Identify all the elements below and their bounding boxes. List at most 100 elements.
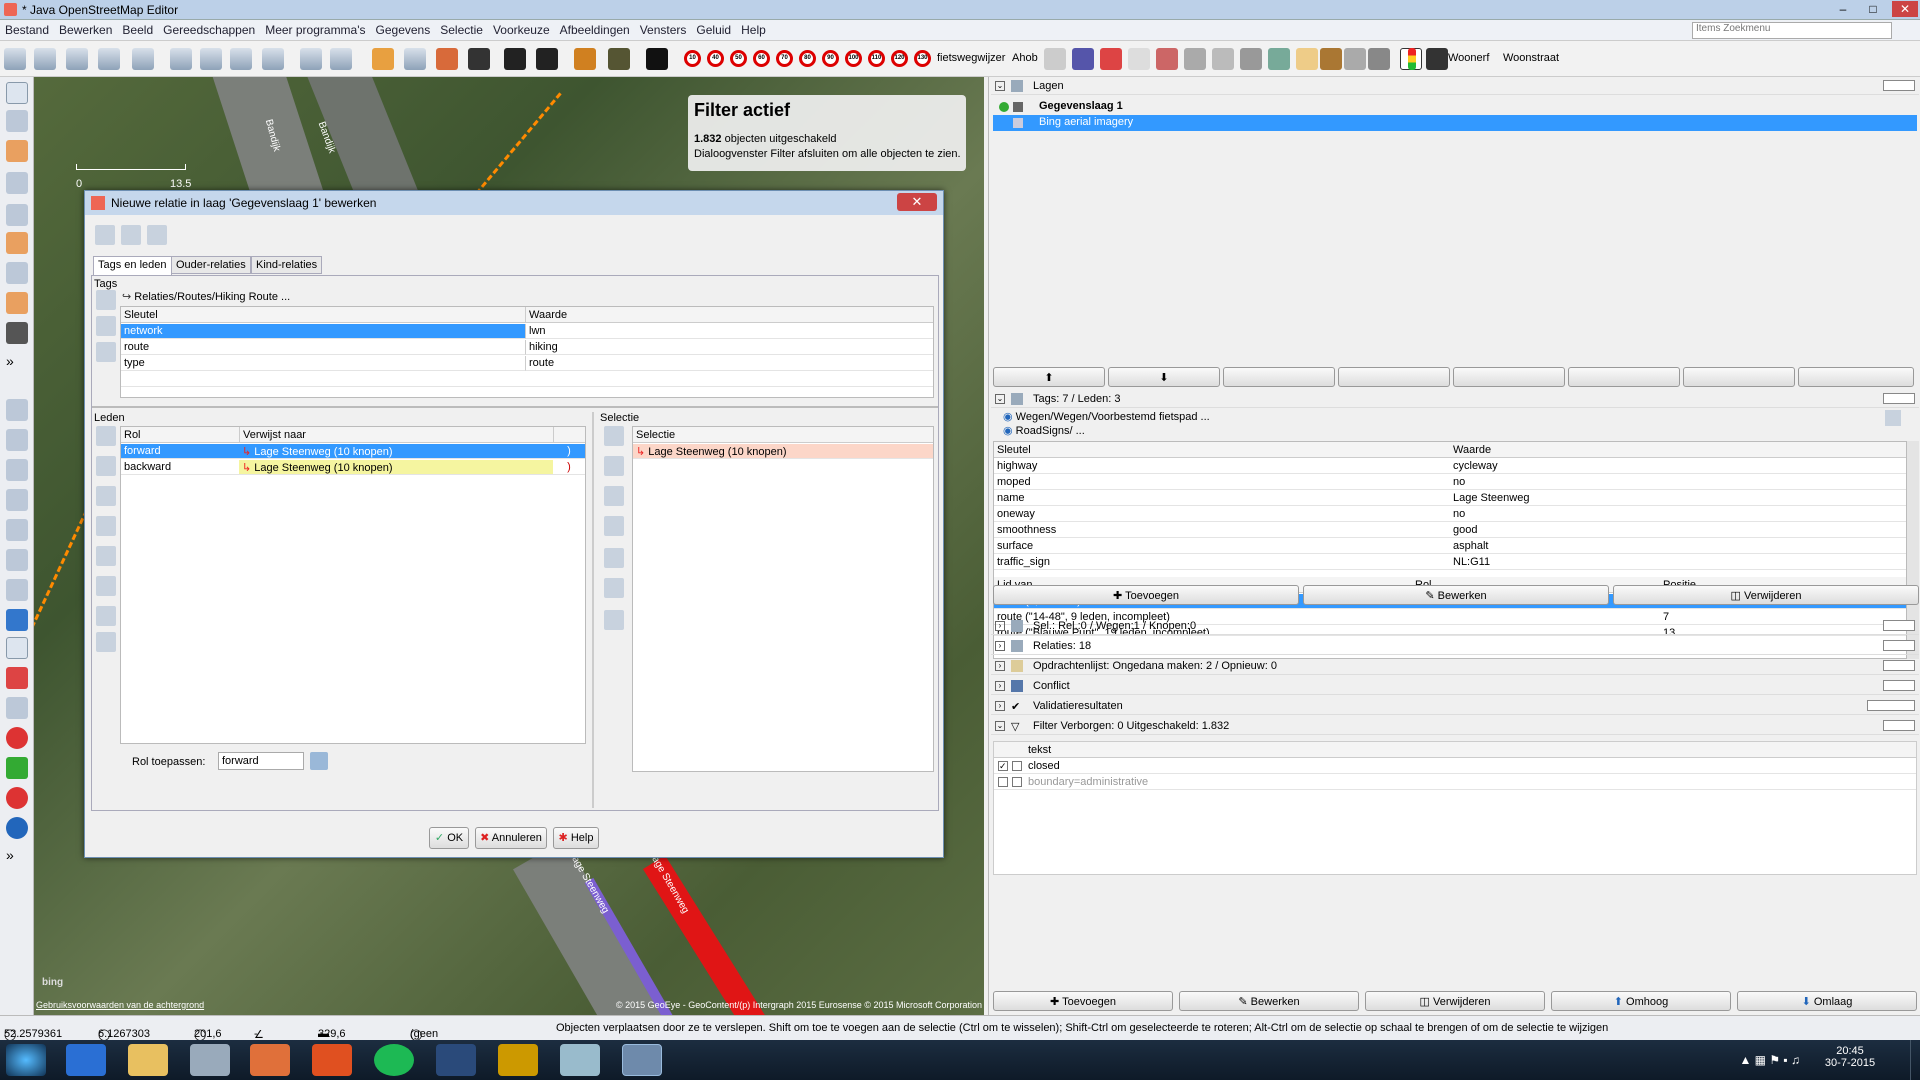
filter-enabled-checkbox[interactable]	[998, 777, 1008, 787]
speed-sign-40-icon[interactable]: 40	[707, 50, 724, 67]
menu-meer-programmas[interactable]: Meer programma's	[260, 20, 370, 37]
tag-key-cell[interactable]: type	[121, 356, 525, 371]
layer-opacity-icon[interactable]	[1453, 367, 1565, 387]
tag-key-cell[interactable]: highway	[994, 459, 1450, 474]
menu-bewerken[interactable]: Bewerken	[54, 20, 117, 37]
tag-value-cell[interactable]: no	[1450, 507, 1906, 522]
firefox-icon[interactable]	[312, 1044, 352, 1076]
map-paint-icon[interactable]	[6, 667, 28, 689]
tags-header-key[interactable]: Sleutel	[994, 442, 1450, 458]
filter-delete-button[interactable]: ◫ Verwijderen	[1365, 991, 1545, 1011]
tag-key-cell[interactable]: smoothness	[994, 523, 1450, 538]
speed-sign-10-icon[interactable]: 10	[684, 50, 701, 67]
sort-icon[interactable]	[96, 546, 116, 566]
tags-header-value[interactable]: Waarde	[1450, 442, 1906, 458]
extrude-icon[interactable]	[6, 322, 28, 344]
expand-toggle-icon[interactable]: ›	[995, 621, 1005, 631]
woonerf-button[interactable]: Woonerf	[1448, 52, 1489, 64]
relations-panel-header[interactable]: › Relaties: 18	[991, 637, 1919, 655]
bus-icon[interactable]	[536, 48, 558, 70]
pedestrian-icon[interactable]	[1072, 48, 1094, 70]
tag-value-cell[interactable]: Lage Steenweg	[1450, 491, 1906, 506]
preferences-icon[interactable]	[170, 48, 192, 70]
more-tools-icon[interactable]: »	[6, 353, 28, 375]
filter-hide-checkbox[interactable]	[1012, 761, 1022, 771]
edit-tag-button[interactable]: ✎ Bewerken	[1303, 585, 1609, 605]
maximize-button[interactable]: □	[1860, 1, 1886, 17]
tag-key-cell[interactable]: oneway	[994, 507, 1450, 522]
grid-icon[interactable]	[1212, 48, 1234, 70]
refresh-icon[interactable]	[262, 48, 284, 70]
tag-value-cell[interactable]: good	[1450, 523, 1906, 538]
filter-up-button[interactable]: ⬆ Omhoog	[1551, 991, 1731, 1011]
dell-icon[interactable]	[436, 1044, 476, 1076]
speed-sign-120-icon[interactable]: 120	[891, 50, 908, 67]
collapse-toggle-icon[interactable]: ⌄	[995, 394, 1005, 404]
car-icon[interactable]	[504, 48, 526, 70]
add-after-icon[interactable]	[604, 486, 624, 506]
validator-icon[interactable]	[6, 609, 28, 631]
tray-icons[interactable]: ▲ ▦ ⚑ ▪ ♫	[1739, 1053, 1800, 1067]
add-at-end-icon[interactable]	[604, 516, 624, 536]
measure-icon[interactable]	[6, 262, 28, 284]
grid-tool-icon[interactable]	[6, 757, 28, 779]
members-header-role[interactable]: Rol	[121, 427, 239, 443]
wood-icon[interactable]	[1320, 48, 1342, 70]
tab-kind-relaties[interactable]: Kind-relaties	[251, 256, 323, 274]
park-icon[interactable]	[1268, 48, 1290, 70]
tag-key-cell[interactable]: name	[994, 491, 1450, 506]
preset-link[interactable]: ◉ Wegen/Wegen/Voorbestemd fietspad ...	[1003, 410, 1210, 423]
selection-panel-icon[interactable]	[6, 459, 28, 481]
tag-value-cell[interactable]: cycleway	[1450, 459, 1906, 474]
cancel-button[interactable]: ✖ Annuleren	[475, 827, 547, 849]
ahob-button[interactable]: Ahob	[1012, 52, 1038, 64]
role-apply-input[interactable]: forward	[218, 752, 304, 770]
edit-preset-icon[interactable]	[1885, 410, 1901, 426]
marker-icon[interactable]	[6, 727, 28, 749]
tab-ouder-relaties[interactable]: Ouder-relaties	[171, 256, 251, 274]
menu-afbeeldingen[interactable]: Afbeeldingen	[555, 20, 635, 37]
hand-icon[interactable]	[468, 48, 490, 70]
filter-add-button[interactable]: ✚ Toevoegen	[993, 991, 1173, 1011]
conflict-panel-header[interactable]: › Conflict	[991, 677, 1919, 695]
member-ref-cell[interactable]: ↳ Lage Steenweg (10 knopen)	[239, 460, 553, 475]
draw-icon[interactable]	[6, 140, 28, 162]
tag-value-cell[interactable]: lwn	[525, 324, 933, 339]
add-before-icon[interactable]	[604, 456, 624, 476]
expand-toggle-icon[interactable]: ›	[995, 641, 1005, 651]
selection-item[interactable]: ↳ Lage Steenweg (10 knopen)	[633, 444, 933, 459]
color-icon[interactable]	[6, 697, 28, 719]
dashed-way[interactable]	[469, 92, 562, 202]
selection-panel-header[interactable]: › Sel.: Rel.:0 / Wegen:1 / Knopen:0	[991, 617, 1919, 635]
tag-key-cell[interactable]: route	[121, 340, 525, 355]
preset-link[interactable]: ◉ RoadSigns/ ...	[1003, 424, 1085, 437]
barrier-icon[interactable]	[1044, 48, 1066, 70]
panel-controls-icon[interactable]	[1883, 620, 1915, 631]
member-role-cell[interactable]: forward	[121, 444, 239, 459]
layer-down-icon[interactable]: ⬇	[1108, 367, 1220, 387]
redo-icon[interactable]	[300, 48, 322, 70]
castle-icon[interactable]	[608, 48, 630, 70]
filter-edit-button[interactable]: ✎ Bewerken	[1179, 991, 1359, 1011]
filter-hide-checkbox[interactable]	[1012, 777, 1022, 787]
selection-header[interactable]: Selectie	[633, 427, 933, 443]
menu-help[interactable]: Help	[736, 20, 771, 37]
more-panels-icon[interactable]: »	[6, 847, 28, 869]
splitter[interactable]	[92, 406, 938, 408]
tool2-icon[interactable]	[404, 48, 426, 70]
menu-geluid[interactable]: Geluid	[691, 20, 736, 37]
filter-row[interactable]: boundary=administrative	[994, 775, 1916, 790]
tag-key-cell[interactable]: traffic_sign	[994, 555, 1450, 570]
open-file-icon[interactable]	[4, 48, 26, 70]
active-layer-icon[interactable]	[999, 102, 1009, 112]
column-icon[interactable]	[1184, 48, 1206, 70]
layer-info-icon[interactable]	[1683, 367, 1795, 387]
filter-down-button[interactable]: ⬇ Omlaag	[1737, 991, 1917, 1011]
start-button-icon[interactable]	[6, 1044, 46, 1076]
tag-key-cell[interactable]: surface	[994, 539, 1450, 554]
members-header-ref[interactable]: Verwijst naar	[239, 427, 553, 443]
map-icon[interactable]	[330, 48, 352, 70]
menu-gereedschappen[interactable]: Gereedschappen	[158, 20, 260, 37]
upload-icon[interactable]	[98, 48, 120, 70]
dashes-icon[interactable]	[1156, 48, 1178, 70]
